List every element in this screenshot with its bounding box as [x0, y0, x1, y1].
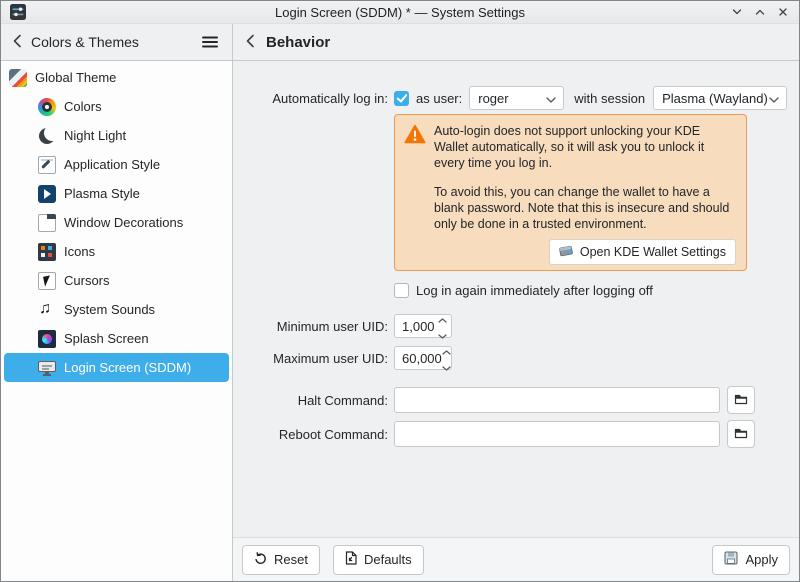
sidebar-item-login-screen[interactable]: Login Screen (SDDM) — [4, 353, 229, 382]
reboot-browse-button[interactable] — [727, 420, 755, 448]
color-wheel-icon — [38, 98, 56, 116]
sidebar-header: Colors & Themes — [1, 24, 233, 60]
spin-up-icon[interactable] — [438, 311, 447, 326]
user-select-value: roger — [478, 91, 546, 106]
with-session-label: with session — [574, 91, 645, 106]
sidebar-item-cursors[interactable]: Cursors — [4, 266, 229, 295]
warning-paragraph: Auto-login does not support unlocking yo… — [434, 123, 736, 171]
user-select[interactable]: roger — [469, 86, 564, 110]
spin-down-icon[interactable] — [438, 327, 447, 342]
undo-icon — [254, 552, 267, 568]
window-title: Login Screen (SDDM) * — System Settings — [1, 5, 799, 20]
page-header: Behavior — [233, 24, 799, 60]
warning-icon — [404, 124, 426, 232]
halt-command-label: Halt Command: — [233, 393, 388, 408]
page-title: Behavior — [266, 34, 330, 51]
session-select-value: Plasma (Wayland) — [662, 91, 769, 106]
halt-command-input[interactable] — [394, 387, 720, 413]
header: Colors & Themes Behavior — [1, 24, 799, 61]
hamburger-menu-icon[interactable] — [199, 31, 221, 53]
back-icon[interactable] — [245, 33, 255, 52]
min-uid-row: Minimum user UID: 1,000 — [233, 314, 799, 338]
spin-up-icon[interactable] — [442, 343, 451, 358]
apply-button[interactable]: Apply — [712, 545, 790, 575]
folder-icon — [734, 427, 748, 442]
system-settings-window: Login Screen (SDDM) * — System Settings … — [0, 0, 800, 582]
login-screen-icon — [38, 359, 56, 377]
autologin-label: Automatically log in: — [233, 91, 388, 106]
warning-text: Auto-login does not support unlocking yo… — [434, 123, 736, 232]
sidebar-item-colors[interactable]: Colors — [4, 92, 229, 121]
close-icon[interactable] — [775, 5, 790, 20]
reset-button[interactable]: Reset — [242, 545, 320, 575]
defaults-button-label: Defaults — [364, 552, 412, 567]
splash-screen-icon — [38, 330, 56, 348]
footer-bar: Reset Defaults — [233, 537, 799, 581]
application-style-icon — [38, 156, 56, 174]
maximize-icon[interactable] — [752, 5, 767, 20]
save-icon — [724, 551, 738, 568]
cursor-arrow-icon — [38, 272, 56, 290]
reboot-command-label: Reboot Command: — [233, 427, 388, 442]
music-note-icon — [38, 301, 56, 319]
apply-button-label: Apply — [745, 552, 778, 567]
min-uid-spinbox[interactable]: 1,000 — [394, 314, 452, 338]
halt-command-row: Halt Command: — [233, 386, 799, 414]
titlebar: Login Screen (SDDM) * — System Settings — [1, 1, 799, 24]
document-revert-icon — [345, 551, 357, 568]
sidebar-title: Colors & Themes — [31, 34, 190, 50]
plasma-style-icon — [38, 185, 56, 203]
sidebar-item-application-style[interactable]: Application Style — [4, 150, 229, 179]
global-theme-icon — [9, 69, 27, 87]
defaults-button[interactable]: Defaults — [333, 545, 424, 575]
sidebar-item-splash-screen[interactable]: Splash Screen — [4, 324, 229, 353]
icons-grid-icon — [38, 243, 56, 261]
back-icon[interactable] — [12, 33, 22, 52]
sidebar-item-system-sounds[interactable]: System Sounds — [4, 295, 229, 324]
max-uid-value: 60,000 — [402, 351, 442, 366]
min-uid-value: 1,000 — [402, 319, 438, 334]
sidebar-item-icons[interactable]: Icons — [4, 237, 229, 266]
sidebar-item-plasma-style[interactable]: Plasma Style — [4, 179, 229, 208]
sidebar-item-window-decorations[interactable]: Window Decorations — [4, 208, 229, 237]
content-pane: Automatically log in: as user: roger wit… — [233, 61, 799, 581]
relogin-label[interactable]: Log in again immediately after logging o… — [416, 283, 653, 298]
spin-down-icon[interactable] — [442, 359, 451, 374]
kwallet-warning-message: Auto-login does not support unlocking yo… — [394, 114, 747, 271]
max-uid-label: Maximum user UID: — [233, 351, 388, 366]
system-settings-app-icon — [10, 4, 26, 20]
reboot-command-row: Reboot Command: — [233, 420, 799, 448]
relogin-checkbox[interactable] — [394, 283, 409, 298]
max-uid-spinbox[interactable]: 60,000 — [394, 346, 452, 370]
sidebar-item-global-theme[interactable]: Global Theme — [4, 63, 229, 92]
halt-browse-button[interactable] — [727, 386, 755, 414]
sidebar-item-night-light[interactable]: Night Light — [4, 121, 229, 150]
min-uid-label: Minimum user UID: — [233, 319, 388, 334]
relogin-row: Log in again immediately after logging o… — [394, 283, 799, 298]
reset-button-label: Reset — [274, 552, 308, 567]
warning-paragraph: To avoid this, you can change the wallet… — [434, 184, 736, 232]
as-user-label: as user: — [416, 91, 462, 106]
sidebar: Global Theme Colors Night Light Applicat… — [1, 61, 233, 581]
folder-icon — [734, 393, 748, 408]
behavior-form: Automatically log in: as user: roger wit… — [233, 61, 799, 537]
wallet-icon — [559, 244, 574, 260]
session-select[interactable]: Plasma (Wayland) — [653, 86, 787, 110]
max-uid-row: Maximum user UID: 60,000 — [233, 346, 799, 370]
window-decorations-icon — [38, 214, 56, 232]
reboot-command-input[interactable] — [394, 421, 720, 447]
minimize-icon[interactable] — [729, 5, 744, 20]
chevron-down-icon — [546, 91, 556, 106]
night-light-icon — [38, 127, 56, 145]
open-kde-wallet-settings-button[interactable]: Open KDE Wallet Settings — [549, 239, 736, 265]
wallet-button-label: Open KDE Wallet Settings — [580, 245, 726, 259]
autologin-row: Automatically log in: as user: roger wit… — [233, 86, 799, 110]
chevron-down-icon — [769, 91, 779, 106]
autologin-checkbox[interactable] — [394, 91, 409, 106]
